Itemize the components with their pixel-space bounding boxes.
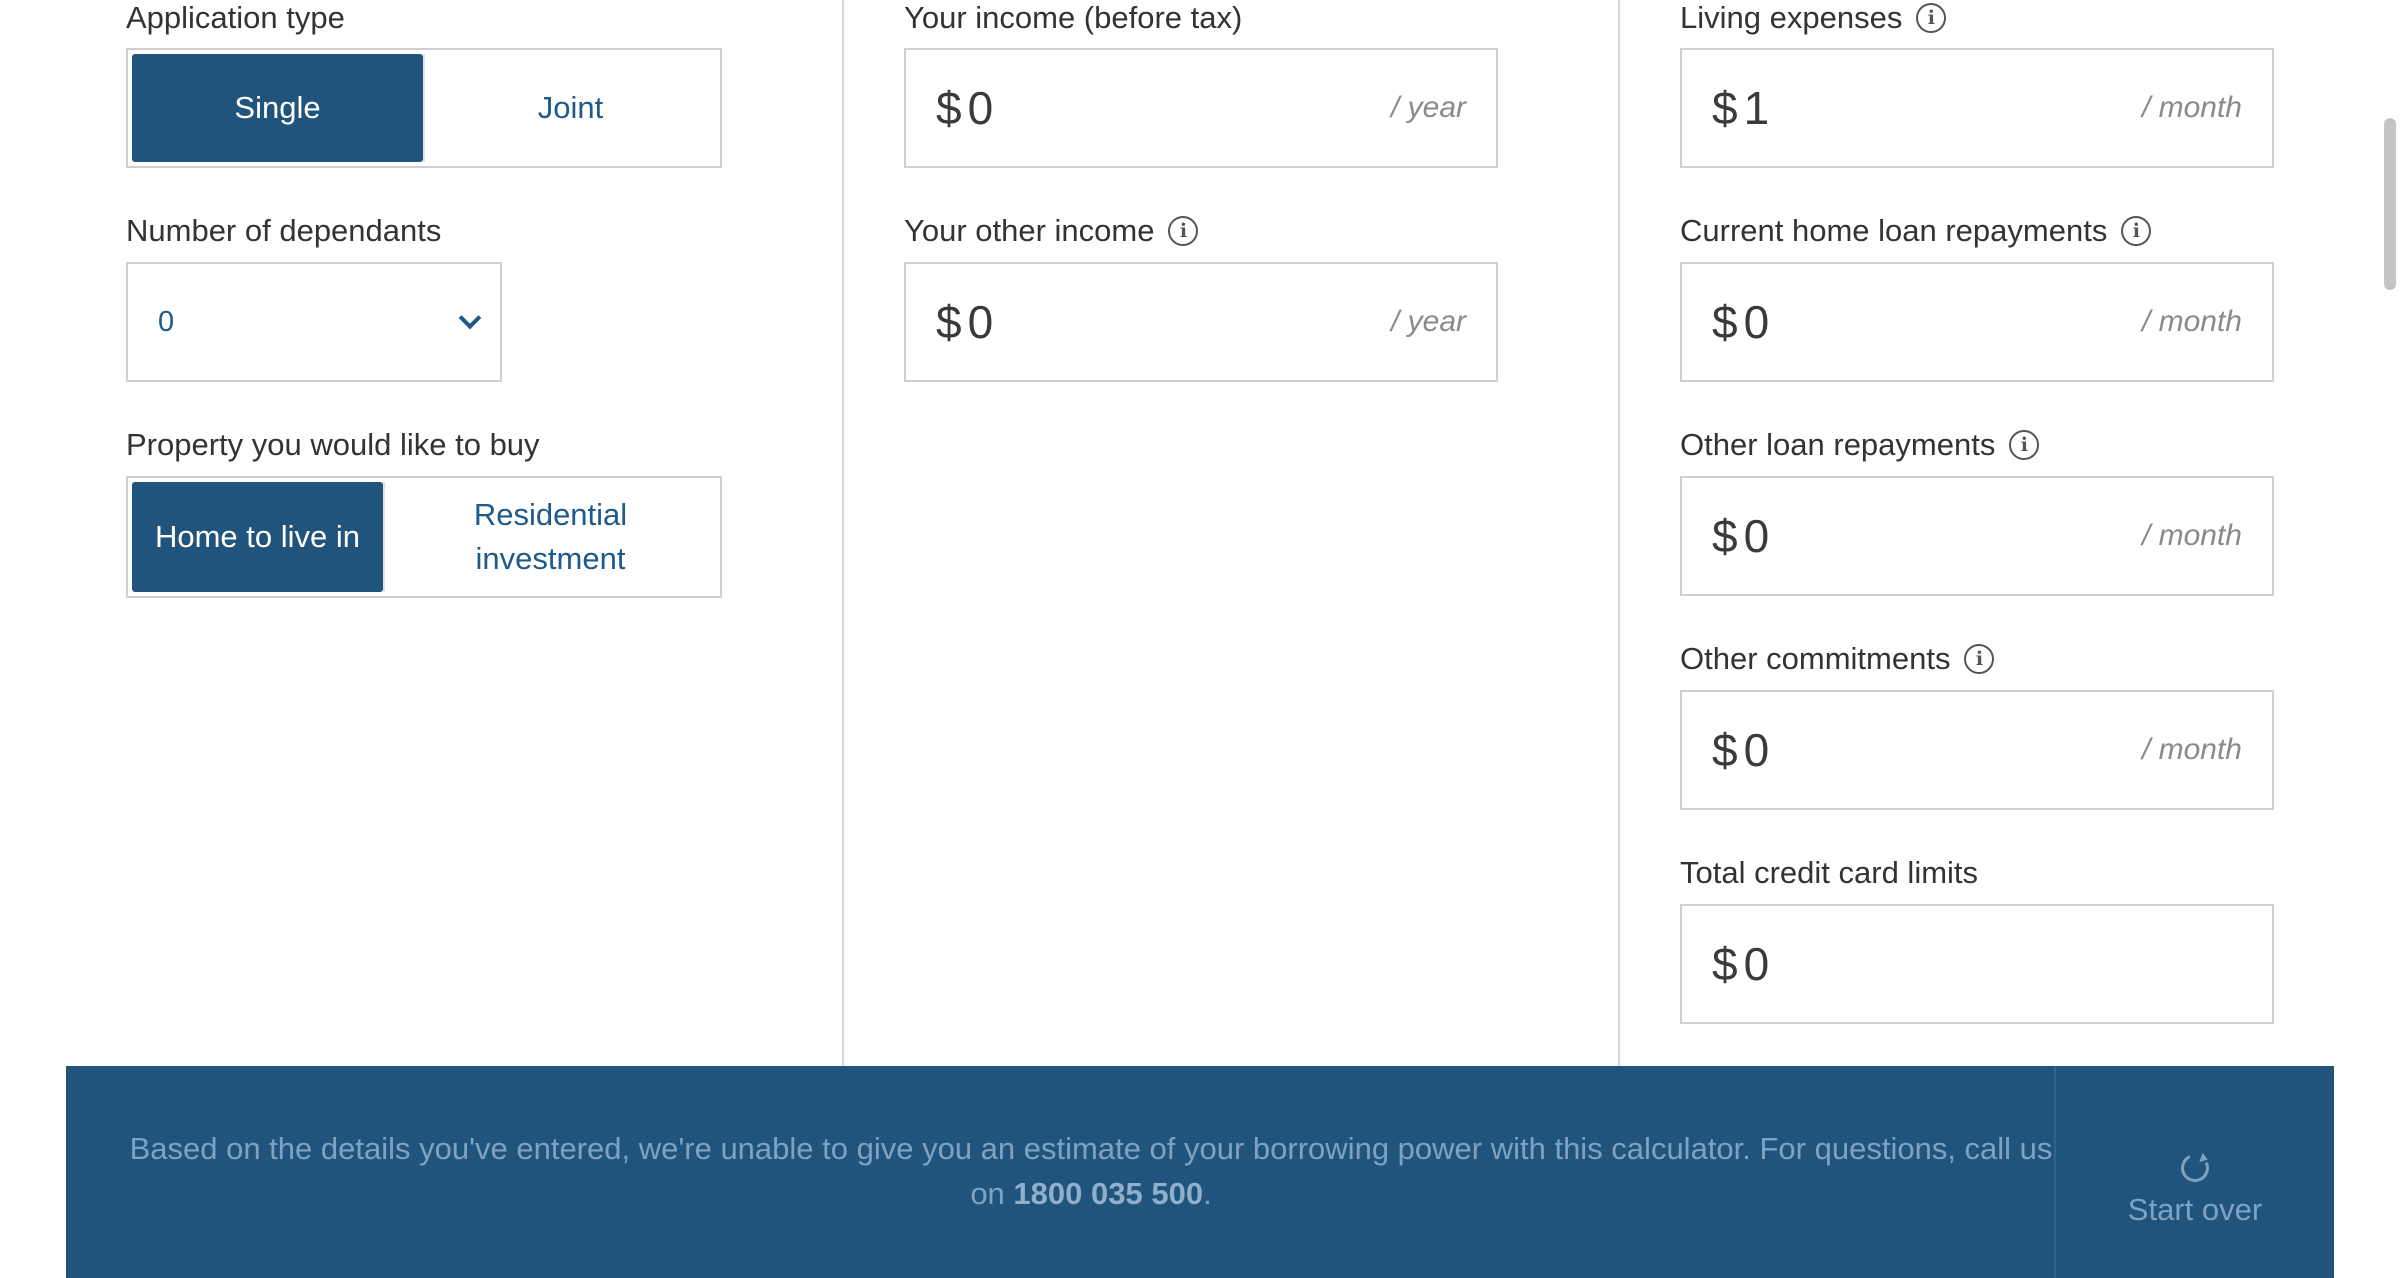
info-icon[interactable]: i xyxy=(2121,216,2152,246)
info-icon[interactable]: i xyxy=(2009,430,2040,460)
property-label: Property you would like to buy xyxy=(126,427,540,462)
home-loan-input[interactable]: $ 0 / month xyxy=(1680,262,2274,382)
living-expenses-input[interactable]: $ 1 / month xyxy=(1680,48,2274,168)
application-type-toggle: Single Joint xyxy=(126,48,722,168)
currency-symbol: $ xyxy=(936,82,962,134)
other-income-value: 0 xyxy=(967,296,994,348)
currency-symbol: $ xyxy=(1712,724,1738,776)
application-type-single-option[interactable]: Single xyxy=(132,54,423,162)
application-type-joint-option[interactable]: Joint xyxy=(423,54,716,162)
other-income-unit: / year xyxy=(1390,305,1466,338)
other-commitments-unit: / month xyxy=(2141,733,2242,766)
other-commitments-input[interactable]: $ 0 / month xyxy=(1680,690,2274,810)
home-loan-unit: / month xyxy=(2141,305,2242,338)
currency-symbol: $ xyxy=(1712,296,1738,348)
currency-symbol: $ xyxy=(936,296,962,348)
other-loan-unit: / month xyxy=(2141,519,2242,552)
property-investment-option[interactable]: Residential investment xyxy=(383,482,716,592)
credit-card-input[interactable]: $ 0 xyxy=(1680,904,2274,1024)
credit-card-label: Total credit card limits xyxy=(1680,855,1979,890)
application-type-label: Application type xyxy=(126,0,345,35)
credit-card-value: 0 xyxy=(1743,938,1770,990)
other-income-label: Your other income i xyxy=(904,213,1199,249)
start-over-button[interactable]: Start over xyxy=(2056,1066,2334,1278)
info-icon[interactable]: i xyxy=(1916,3,1947,33)
dependants-value: 0 xyxy=(158,305,175,338)
other-income-input[interactable]: $ 0 / year xyxy=(904,262,1498,382)
result-banner: Based on the details you've entered, we'… xyxy=(66,1066,2334,1278)
dependants-label: Number of dependants xyxy=(126,213,442,248)
column-divider-right xyxy=(1618,0,1620,1066)
result-message: Based on the details you've entered, we'… xyxy=(129,1131,2053,1211)
dependants-select[interactable]: 0 xyxy=(126,262,502,382)
column-divider-left xyxy=(842,0,844,1066)
info-icon[interactable]: i xyxy=(1964,644,1995,674)
other-loan-label: Other loan repayments i xyxy=(1680,427,2040,463)
living-expenses-value: 1 xyxy=(1743,82,1770,134)
living-expenses-label: Living expenses i xyxy=(1680,0,1947,36)
refresh-icon xyxy=(2177,1150,2213,1186)
home-loan-label: Current home loan repayments i xyxy=(1680,213,2152,249)
start-over-label: Start over xyxy=(2127,1192,2263,1227)
other-commitments-value: 0 xyxy=(1743,724,1770,776)
scrollbar-thumb[interactable] xyxy=(2384,118,2396,290)
income-input[interactable]: $ 0 / year xyxy=(904,48,1498,168)
home-loan-value: 0 xyxy=(1743,296,1770,348)
info-icon[interactable]: i xyxy=(1168,216,1199,246)
property-toggle: Home to live in Residential investment xyxy=(126,476,722,598)
income-unit: / year xyxy=(1390,91,1466,124)
income-label: Your income (before tax) xyxy=(904,0,1243,35)
other-commitments-label: Other commitments i xyxy=(1680,641,1995,677)
income-value: 0 xyxy=(967,82,994,134)
currency-symbol: $ xyxy=(1712,82,1738,134)
currency-symbol: $ xyxy=(1712,510,1738,562)
property-home-option[interactable]: Home to live in xyxy=(132,482,383,592)
other-loan-value: 0 xyxy=(1743,510,1770,562)
phone-number[interactable]: 1800 035 500 xyxy=(1013,1176,1203,1211)
currency-symbol: $ xyxy=(1712,938,1738,990)
chevron-down-icon xyxy=(458,306,482,330)
other-loan-input[interactable]: $ 0 / month xyxy=(1680,476,2274,596)
living-expenses-unit: / month xyxy=(2141,91,2242,124)
